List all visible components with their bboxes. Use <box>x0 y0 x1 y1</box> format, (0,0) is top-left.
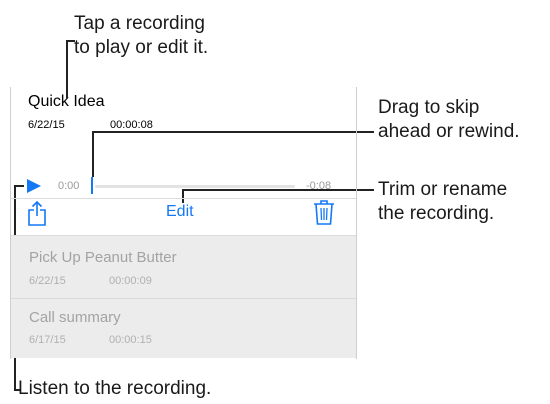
callout-line-2: ahead or rewind. <box>378 121 520 142</box>
recording-date: 6/22/15 <box>28 119 65 131</box>
callout-line-2: to play or edit it. <box>74 37 209 58</box>
callout-line-2: the recording. <box>378 203 495 224</box>
recording-duration: 00:00:08 <box>110 119 153 131</box>
list-item-duration: 00:00:15 <box>109 334 152 346</box>
play-icon[interactable] <box>26 178 42 194</box>
trash-icon[interactable] <box>313 199 335 225</box>
leader-listen-bottom <box>14 389 20 391</box>
callout-tap-recording: Tap a recording to play or edit it. <box>74 12 274 60</box>
list-item-title: Pick Up Peanut Butter <box>29 249 177 266</box>
share-icon[interactable] <box>28 200 46 226</box>
recordings-list: Pick Up Peanut Butter 6/22/15 00:00:09 C… <box>11 236 356 358</box>
list-item-date: 6/22/15 <box>29 275 66 287</box>
list-item[interactable]: Call summary 6/17/15 00:00:15 <box>11 299 356 359</box>
callout-drag-skip: Drag to skip ahead or rewind. <box>378 96 550 144</box>
scrub-track[interactable] <box>95 185 295 188</box>
list-item[interactable]: Pick Up Peanut Butter 6/22/15 00:00:09 <box>11 236 356 296</box>
list-item-date: 6/17/15 <box>29 334 66 346</box>
elapsed-time: 0:00 <box>58 180 80 192</box>
callout-line-1: Drag to skip <box>378 97 480 118</box>
edit-button[interactable]: Edit <box>166 203 194 221</box>
callout-trim-rename: Trim or rename the recording. <box>378 178 550 226</box>
recording-title[interactable]: Quick Idea <box>28 93 104 111</box>
toolbar-top-divider <box>11 198 356 199</box>
scrub-handle[interactable] <box>91 177 93 194</box>
remaining-time: -0:08 <box>306 180 332 192</box>
leader-tap-hook <box>66 40 75 42</box>
list-item-title: Call summary <box>29 309 121 326</box>
callout-listen: Listen to the recording. <box>18 378 212 399</box>
callout-line-1: Tap a recording <box>74 13 205 34</box>
list-item-duration: 00:00:09 <box>109 275 152 287</box>
callout-line-1: Trim or rename <box>378 179 508 200</box>
